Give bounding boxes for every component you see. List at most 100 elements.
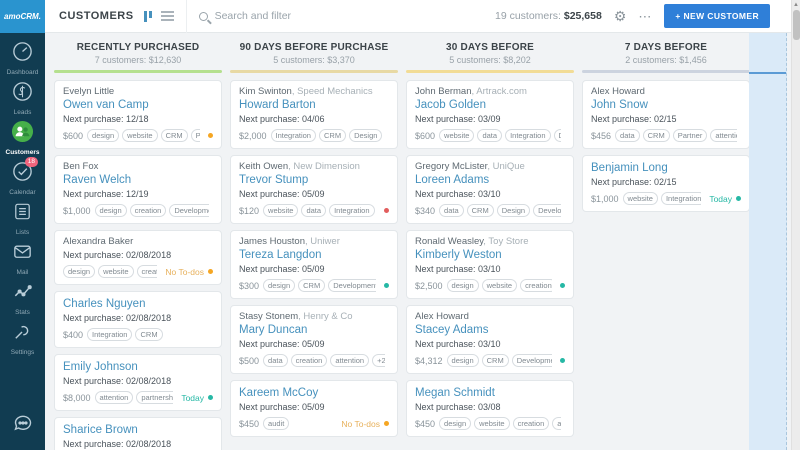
sidebar-item-label: Mail [17,269,29,276]
tag-chip: data [439,204,464,217]
purchase-amount: $600 [415,131,435,141]
sidebar-item-label: Stats [15,309,30,316]
sidebar-item-label: Lists [16,229,29,236]
column-header: 90 DAYS BEFORE PURCHASE 5 customers: $3,… [228,39,400,65]
board-view-icon[interactable] [144,11,152,22]
tag-chip: Partner [191,129,200,142]
tag-chip: Development [533,204,561,217]
customer-name: Jacob Golden [415,98,565,112]
tag-chip: Integration [661,192,701,205]
next-stage-drop-zone[interactable] [749,33,787,450]
customer-card[interactable]: Benjamin Long Next purchase: 02/15 $1,00… [582,155,750,212]
customer-name: Benjamin Long [591,161,741,175]
customer-card[interactable]: John Berman, Artrack.com Jacob Golden Ne… [406,80,574,149]
tag-list: dataCRMPartnerattention+1 [615,129,737,142]
tag-list: designwebsitecreationattention [439,417,561,430]
tag-chip: attention [552,417,561,430]
tag-list: designwebsiteCRMPartner+1 [87,129,200,142]
next-purchase-date: Next purchase: 02/08/2018 [63,312,213,324]
column-header: RECENTLY PURCHASED 7 customers: $12,630 [52,39,224,65]
customer-card[interactable]: Kim Swinton, Speed Mechanics Howard Bart… [230,80,398,149]
sidebar-item-leads[interactable]: Leads [0,80,45,116]
customer-name: Stacey Adams [415,323,565,337]
column-accent-bar [406,70,574,73]
tag-chip: design [263,279,295,292]
tag-list: IntegrationCRM [87,328,163,341]
tag-chip: design [447,279,479,292]
column-cards: Alex Howard John Snow Next purchase: 02/… [580,80,752,212]
customer-name: Charles Nguyen [63,297,213,311]
contact-name: Stasy Stonem [239,311,298,322]
tag-chip: attention [95,391,134,404]
customer-card[interactable]: Megan Schmidt Next purchase: 03/08 $450 … [406,380,574,437]
tag-chip: website [439,129,474,142]
customer-card[interactable]: Alex Howard Stacey Adams Next purchase: … [406,305,574,374]
tag-list: websiteIntegrationCRM [623,192,702,205]
contact-line: Alexandra Baker [63,236,213,248]
next-purchase-date: Next purchase: 04/06 [239,113,389,125]
customer-card[interactable]: James Houston, Uniwer Tereza Langdon Nex… [230,230,398,299]
amocrm-logo[interactable]: amoCRM. [0,0,45,33]
stats-icon [11,280,34,308]
ellipsis-icon[interactable]: ⋯ [638,10,652,23]
contact-line: Alex Howard [415,311,565,323]
contact-name: Keith Owen [239,161,288,172]
sidebar-item-customers[interactable]: Customers [0,120,45,156]
vertical-scrollbar[interactable]: ▲ [791,0,800,450]
tag-chip: Integration [271,129,316,142]
purchase-amount: $2,000 [239,131,267,141]
customer-card[interactable]: Ben Fox Raven Welch Next purchase: 12/19… [54,155,222,224]
task-status-dot [384,421,389,426]
tag-list: datacreationattention+2 [263,354,385,367]
customer-card[interactable]: Charles Nguyen Next purchase: 02/08/2018… [54,291,222,348]
contact-line: Alex Howard [591,86,741,98]
gauge-icon [11,40,34,68]
sidebar-item-label: Calendar [9,189,35,196]
purchase-amount: $4,312 [415,356,443,366]
sidebar-item-dashboard[interactable]: Dashboard [0,40,45,76]
support-chat-button[interactable] [0,411,45,440]
new-customer-button[interactable]: + NEW CUSTOMER [664,4,770,28]
tag-list: designCRMDevelopment+1 [447,354,552,367]
gear-icon[interactable]: ⚙ [614,9,627,23]
tag-chip: audit [263,417,289,430]
contact-name: John Berman [415,86,472,97]
tag-list: designCRMDevelopmentattention [263,279,376,292]
customer-card[interactable]: Keith Owen, New Dimension Trevor Stump N… [230,155,398,224]
customer-card[interactable]: Gregory McLister, UniQue Loreen Adams Ne… [406,155,574,224]
sidebar-item-settings[interactable]: Settings [0,320,45,356]
column-title: 7 DAYS BEFORE [580,42,752,53]
column-cards: Evelyn Little Owen van Camp Next purchas… [52,80,224,450]
contact-name: James Houston [239,236,305,247]
sidebar-item-calendar[interactable]: Calendar 18 [0,160,45,196]
sidebar-item-mail[interactable]: Mail [0,240,45,276]
tag-chip: website [482,279,517,292]
sidebar-item-stats[interactable]: Stats [0,280,45,316]
customer-name: Megan Schmidt [415,386,565,400]
next-purchase-date: Next purchase: 02/08/2018 [63,249,213,261]
company-name: , Toy Store [483,236,528,247]
customer-card[interactable]: Evelyn Little Owen van Camp Next purchas… [54,80,222,149]
customer-card[interactable]: Sharice Brown Next purchase: 02/08/2018 … [54,417,222,450]
customer-card[interactable]: Emily Johnson Next purchase: 02/08/2018 … [54,354,222,411]
tag-chip: creation [291,354,328,367]
tag-chip: design [439,417,471,430]
scrollbar-thumb[interactable] [793,10,800,40]
search-input[interactable]: Search and filter [186,0,495,33]
customer-card[interactable]: Alex Howard John Snow Next purchase: 02/… [582,80,750,149]
tag-list: audit [263,417,289,430]
customer-name: Sharice Brown [63,423,213,437]
customer-card[interactable]: Kareem McCoy Next purchase: 05/09 $450 a… [230,380,398,437]
pipeline-column: 90 DAYS BEFORE PURCHASE 5 customers: $3,… [228,39,400,450]
tag-chip: CRM [319,129,346,142]
list-view-icon[interactable] [161,11,174,21]
tag-chip: Design [554,129,561,142]
scroll-up-arrow[interactable]: ▲ [792,0,800,8]
customers-summary: 19 customers: $25,658 [495,10,602,22]
customer-card[interactable]: Ronald Weasley, Toy Store Kimberly Westo… [406,230,574,299]
sidebar-item-lists[interactable]: Lists [0,200,45,236]
search-placeholder: Search and filter [215,10,291,22]
customer-card[interactable]: Stasy Stonem, Henry & Co Mary Duncan Nex… [230,305,398,374]
column-title: 30 DAYS BEFORE [404,42,576,53]
customer-card[interactable]: Alexandra Baker Next purchase: 02/08/201… [54,230,222,285]
